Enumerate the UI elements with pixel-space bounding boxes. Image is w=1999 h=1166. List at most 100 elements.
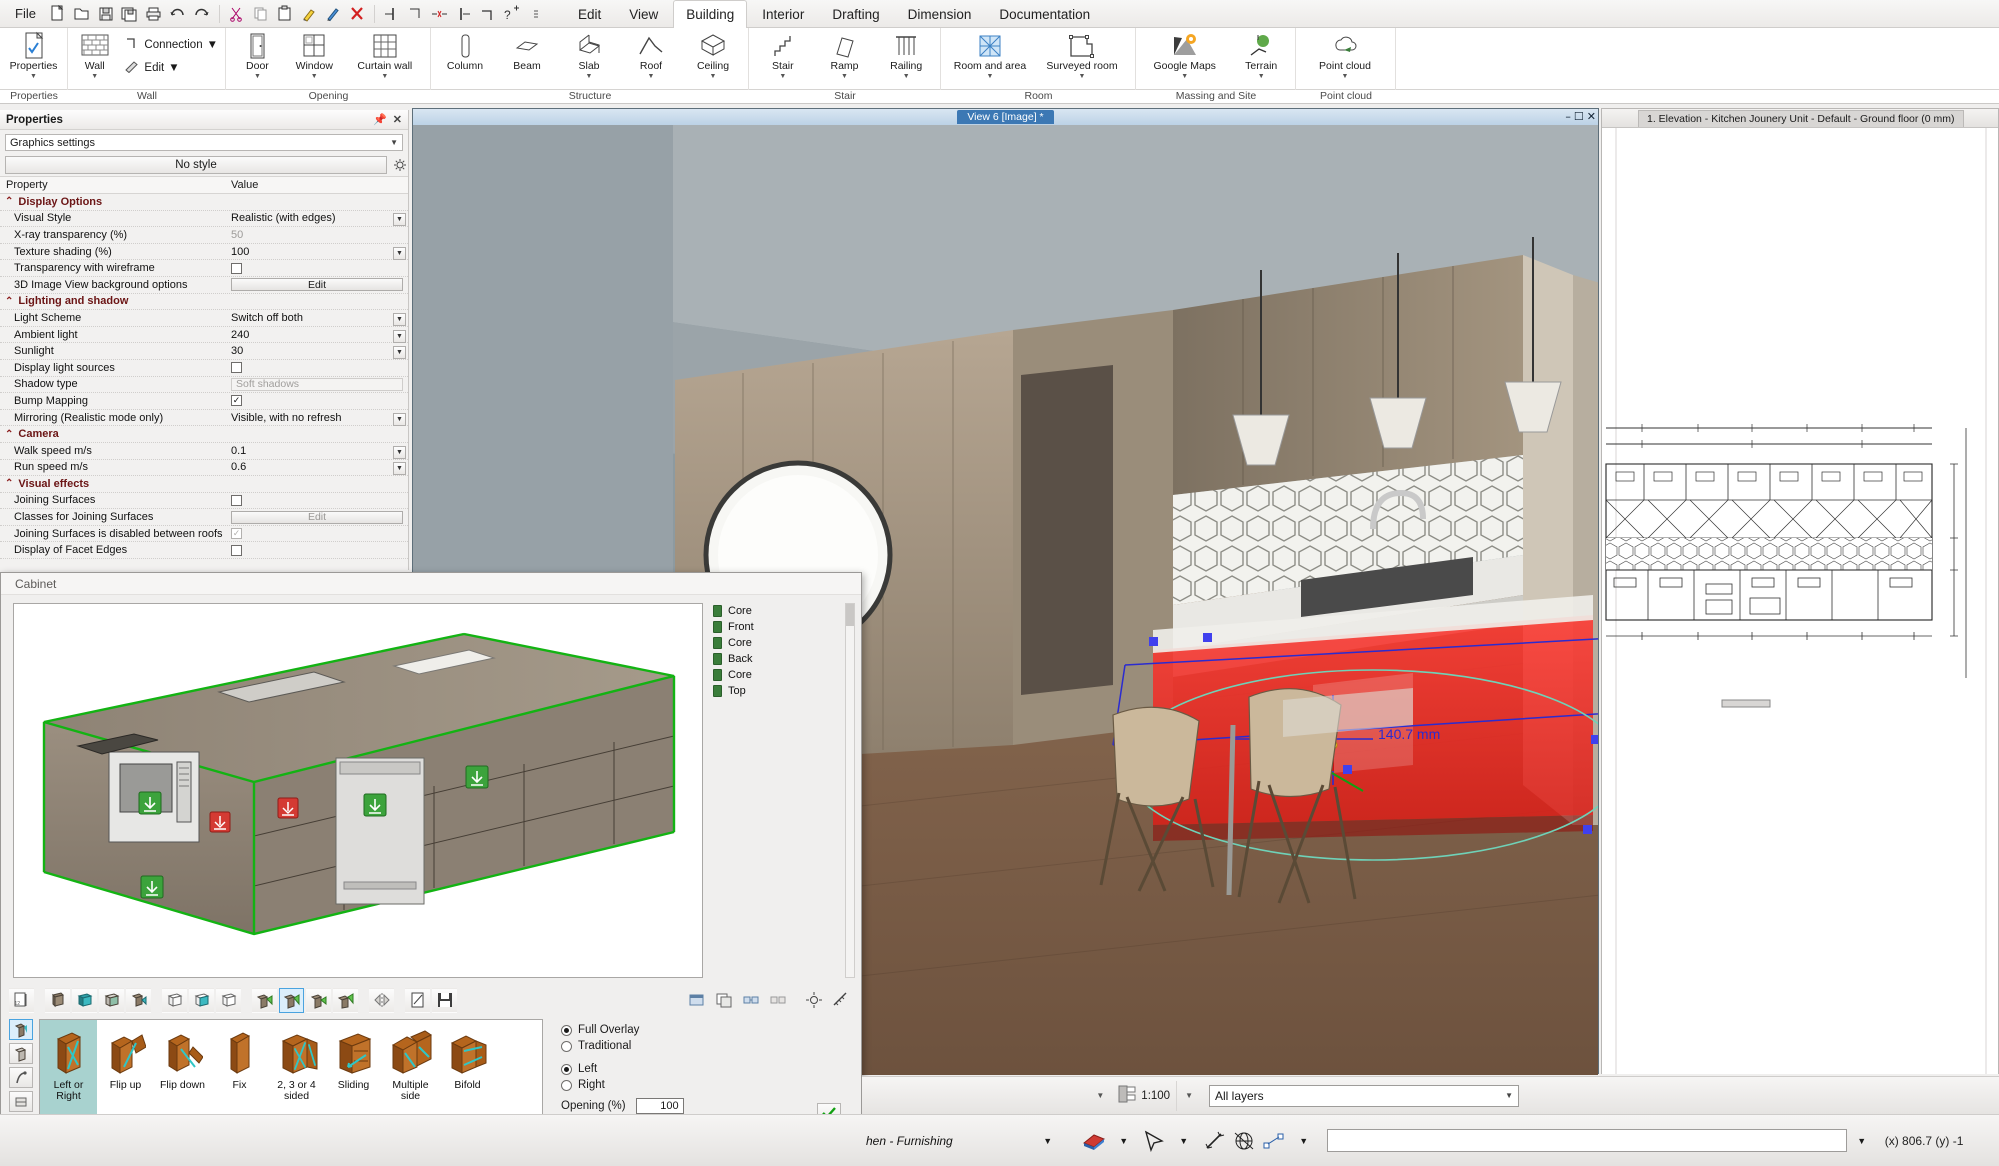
pin-icon[interactable]: 📌 (373, 113, 387, 126)
settings-icon[interactable] (801, 988, 826, 1013)
legend-item[interactable]: Front (709, 619, 851, 635)
snap-icon[interactable] (1199, 1128, 1229, 1154)
minimize-icon[interactable]: – (1565, 110, 1571, 123)
property-row[interactable]: Classes for Joining Surfaces Edit (0, 509, 408, 526)
property-value[interactable]: 240 ▼ (225, 329, 408, 343)
property-value[interactable]: 30 ▼ (225, 345, 408, 360)
globe-snap-icon[interactable] (1229, 1128, 1259, 1154)
chevron-down-icon[interactable]: ▼ (1258, 73, 1265, 80)
command-input[interactable] (1326, 1129, 1847, 1152)
edit-wall-button[interactable]: Edit ▼ (120, 56, 222, 79)
shelf-side-icon[interactable] (9, 1091, 33, 1112)
property-row[interactable]: Mirroring (Realistic mode only) Visible, … (0, 410, 408, 427)
door-type-sliding[interactable]: Sliding (325, 1020, 382, 1116)
property-row[interactable]: Transparency with wireframe (0, 260, 408, 277)
edit-icon[interactable] (405, 987, 430, 1013)
property-row[interactable]: Joining Surfaces is disabled between roo… (0, 526, 408, 543)
ribbon-tab-view[interactable]: View (616, 1, 671, 27)
chevron-down-icon[interactable]: ▼ (393, 346, 406, 360)
properties-button[interactable]: Properties ▼ (3, 28, 64, 80)
ribbon-tab-edit[interactable]: Edit (565, 1, 614, 27)
surveyed-room-button[interactable]: Surveyed room ▼ (1036, 28, 1128, 80)
measure-icon[interactable] (828, 988, 853, 1013)
scale-dropdown-right-icon[interactable]: ▼ (1177, 1091, 1201, 1100)
save-all-icon[interactable] (119, 3, 141, 25)
slab-button[interactable]: Slab ▼ (558, 28, 620, 80)
property-row[interactable]: X-ray transparency (%) 50 (0, 227, 408, 244)
overflow-icon[interactable] (525, 3, 547, 25)
checkbox-icon[interactable]: ✓ (231, 528, 242, 540)
checkbox-icon[interactable]: ✓ (231, 395, 242, 407)
column-button[interactable]: Column (434, 28, 496, 72)
chevron-down-icon[interactable]: ▼ (393, 312, 406, 326)
gear-icon[interactable] (392, 159, 408, 171)
chevron-down-icon[interactable]: ▼ (254, 73, 261, 80)
overlay-option-traditional[interactable]: Traditional (561, 1038, 843, 1054)
property-value[interactable]: ✓ (225, 395, 408, 407)
door-type-gallery[interactable]: Left or Right Flip up Flip down Fix 2, 3… (39, 1019, 543, 1117)
property-value[interactable] (225, 262, 408, 274)
brush-icon[interactable] (298, 3, 320, 25)
add-door-green-icon[interactable] (279, 987, 304, 1013)
property-row[interactable]: Run speed m/s 0.6 ▼ (0, 460, 408, 477)
layers-combo[interactable]: All layers ▼ (1201, 1084, 1519, 1107)
graphics-settings-combo[interactable]: Graphics settings ▼ (5, 134, 403, 151)
property-value[interactable]: Visible, with no refresh ▼ (225, 412, 408, 426)
view-3d-tab[interactable]: View 6 [Image] * (957, 110, 1054, 124)
chevron-down-icon[interactable]: ▼ (393, 445, 406, 459)
property-value[interactable]: 50 (225, 229, 408, 241)
shelf-icon[interactable] (72, 987, 97, 1013)
add-handle-icon[interactable] (306, 987, 331, 1013)
handle-icon[interactable] (9, 1067, 33, 1088)
pointer-icon[interactable] (1139, 1128, 1169, 1154)
add-accessory-icon[interactable] (333, 987, 358, 1013)
stair-button[interactable]: Stair ▼ (752, 28, 814, 80)
google-maps-button[interactable]: Google Maps ▼ (1139, 28, 1230, 80)
checkbox-icon[interactable] (231, 262, 242, 274)
polyline-icon[interactable] (1259, 1128, 1289, 1154)
property-row[interactable]: Light Scheme Switch off both ▼ (0, 310, 408, 327)
collapse-icon[interactable]: ⌃ (5, 196, 13, 207)
paste-icon[interactable] (274, 3, 296, 25)
legend-item[interactable]: Core (709, 635, 851, 651)
door-type-bifold[interactable]: Bifold (439, 1020, 496, 1116)
pointer-dropdown-icon[interactable]: ▼ (1169, 1128, 1199, 1154)
corner-icon[interactable] (477, 3, 499, 25)
door-front-icon[interactable] (9, 1043, 33, 1064)
ceiling-button[interactable]: Ceiling ▼ (682, 28, 744, 80)
terrain-button[interactable]: Terrain ▼ (1230, 28, 1292, 80)
chevron-down-icon[interactable]: ▼ (903, 73, 910, 80)
property-value[interactable] (225, 544, 408, 556)
chevron-down-icon[interactable]: ▼ (1505, 1091, 1513, 1100)
window-button[interactable]: Window ▼ (286, 28, 343, 80)
property-value[interactable]: 100 ▼ (225, 246, 408, 260)
panel-icon[interactable] (45, 987, 70, 1013)
roof-button[interactable]: Roof ▼ (620, 28, 682, 80)
door-button[interactable]: Door ▼ (229, 28, 286, 80)
side-option-right[interactable]: Right (561, 1077, 843, 1093)
side-option-left[interactable]: Left (561, 1061, 843, 1077)
copy-layer-icon[interactable] (711, 988, 736, 1013)
trim-both-icon[interactable] (429, 3, 451, 25)
add-help-icon[interactable]: ? (501, 3, 523, 25)
new-icon[interactable] (47, 3, 69, 25)
chevron-down-icon[interactable]: ▼ (168, 62, 179, 74)
save-icon[interactable] (432, 987, 457, 1013)
dialog-scrollbar[interactable] (845, 603, 855, 978)
checkbox-icon[interactable] (231, 362, 242, 374)
redo-icon[interactable] (191, 3, 213, 25)
save-icon[interactable] (95, 3, 117, 25)
maximize-icon[interactable]: ☐ (1574, 110, 1584, 123)
checkbox-icon[interactable] (231, 544, 242, 556)
property-row[interactable]: Display of Facet Edges (0, 542, 408, 560)
door-type-flip-down[interactable]: Flip down (154, 1020, 211, 1116)
chevron-down-icon[interactable]: ▼ (710, 73, 717, 80)
frame-icon[interactable] (162, 987, 187, 1013)
chevron-down-icon[interactable]: ▼ (1079, 73, 1086, 80)
collapse-icon[interactable]: ⌃ (5, 478, 13, 489)
ribbon-tab-drafting[interactable]: Drafting (819, 1, 892, 27)
property-value[interactable]: Edit (225, 278, 408, 292)
trim-corner-icon[interactable] (405, 3, 427, 25)
chevron-down-icon[interactable]: ▼ (207, 39, 218, 51)
chevron-down-icon[interactable]: ▼ (381, 73, 388, 80)
